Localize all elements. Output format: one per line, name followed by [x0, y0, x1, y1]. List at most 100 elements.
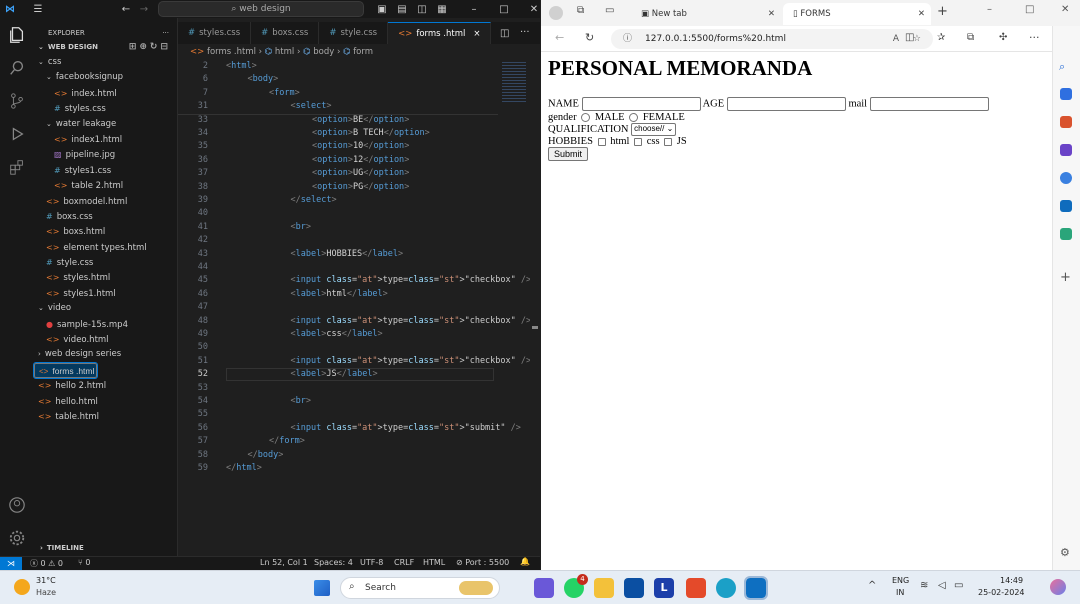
tree-item[interactable]: ⌄ facebooksignup [34, 70, 177, 85]
breadcrumb-item[interactable]: form [353, 47, 373, 57]
editor-more-icon[interactable]: ··· [520, 27, 530, 38]
workspace-header[interactable]: ⌄ WEB DESIGN ⊞⊕↻⊟ [34, 40, 177, 55]
toggle-sidebar-icon[interactable]: ▣ [372, 4, 392, 15]
tree-item[interactable]: <> boxmodel.html [34, 194, 177, 209]
weather-text[interactable]: Haze [36, 588, 56, 597]
collections-icon[interactable]: ⧉ [967, 32, 974, 43]
editor-tab[interactable]: # styles.css [178, 22, 252, 44]
back-arrow-icon[interactable]: ← [116, 4, 136, 15]
search-view-icon[interactable] [0, 51, 34, 84]
tab-actions-icon[interactable]: ▭ [605, 5, 614, 16]
extensions-puzzle-icon[interactable]: ✣ [999, 32, 1007, 43]
breadcrumb-item[interactable]: html [275, 47, 294, 57]
maximize-icon[interactable]: □ [494, 4, 514, 15]
browser-maximize-icon[interactable]: □ [1025, 4, 1034, 15]
sidebar-settings-icon[interactable]: ⚙ [1060, 546, 1070, 559]
command-center-search[interactable]: ⌕ web design [158, 1, 364, 17]
tree-item[interactable]: # styles.css [34, 101, 177, 116]
tree-item[interactable]: <> hello 2.html [34, 378, 177, 393]
submit-button[interactable]: Submit [548, 147, 589, 161]
store-icon[interactable] [624, 578, 644, 598]
menu-icon[interactable]: ☰ [28, 4, 48, 15]
live-server-status[interactable]: ⊘ Port : 5500 [456, 558, 509, 567]
tree-item[interactable]: # styles1.css [34, 163, 177, 178]
read-aloud-icon[interactable]: A [893, 29, 899, 49]
toggle-panel-icon[interactable]: ▤ [392, 4, 412, 15]
editor-tab[interactable]: # boxs.css [251, 22, 320, 44]
battery-icon[interactable]: ▭ [954, 580, 963, 591]
start-windows-icon[interactable] [314, 580, 330, 596]
wifi-icon[interactable]: ≋ [920, 580, 928, 591]
tree-item[interactable]: <> hello.html [34, 394, 177, 409]
notifications-bell-icon[interactable]: 🔔 [520, 557, 530, 566]
tree-item[interactable]: ⌄ css [34, 55, 177, 70]
browser-close-icon[interactable]: ✕ [1061, 4, 1069, 15]
css-checkbox[interactable] [634, 137, 643, 146]
tree-item[interactable]: <> table.html [34, 409, 177, 424]
refresh-icon[interactable]: ↻ [585, 31, 594, 44]
language-status[interactable]: HTML [423, 558, 445, 567]
browser-tab-newtab[interactable]: ▣ New tab ✕ [631, 3, 779, 25]
ports-status[interactable]: ⑂ 0 [78, 558, 90, 567]
tree-item[interactable]: <> boxs.html [34, 224, 177, 239]
tree-item[interactable]: <> index1.html [34, 132, 177, 147]
name-input[interactable] [581, 97, 701, 111]
drop-icon[interactable] [1060, 228, 1072, 240]
taskbar-search[interactable]: ⌕ Search [340, 577, 500, 599]
minimize-icon[interactable]: – [464, 4, 484, 15]
weather-icon[interactable] [14, 579, 30, 595]
male-radio[interactable] [581, 113, 591, 123]
tree-item[interactable]: <> styles1.html [34, 286, 177, 301]
whatsapp-icon[interactable]: 4 [564, 574, 588, 598]
cursor-position[interactable]: Ln 52, Col 1 [260, 558, 308, 567]
indentation-status[interactable]: Spaces: 4 [314, 558, 353, 567]
accounts-icon[interactable] [0, 488, 34, 521]
browser-tab-forms[interactable]: ▯ FORMS ✕ [783, 3, 931, 25]
volume-icon[interactable]: ◁ [938, 580, 946, 591]
file-explorer-icon[interactable] [594, 578, 614, 598]
tree-item[interactable]: ▨ pipeline.jpg [34, 147, 177, 162]
add-sidebar-app-icon[interactable]: + [1060, 270, 1071, 285]
address-bar[interactable]: ⓘ 127.0.0.1:5500/forms%20.html A ☆ [611, 29, 933, 49]
timeline-section[interactable]: › TIMELINE [34, 540, 178, 556]
profile-avatar[interactable] [549, 6, 563, 20]
explorer-actions[interactable]: ⊞⊕↻⊟ [129, 40, 171, 55]
tree-item[interactable]: ● sample-15s.mp4 [34, 317, 177, 332]
eol-status[interactable]: CRLF [394, 558, 414, 567]
vscode-taskbar-icon[interactable] [744, 576, 768, 600]
tree-item[interactable]: <> video.html [34, 332, 177, 347]
mail-input[interactable] [869, 97, 989, 111]
breadcrumb-item[interactable]: body [313, 47, 334, 57]
breadcrumb-item[interactable]: forms .html [207, 47, 256, 57]
js-checkbox[interactable] [664, 137, 673, 146]
tree-item[interactable]: <> styles.html [34, 270, 177, 285]
tree-item[interactable]: ⌄ video [34, 301, 177, 316]
tree-item[interactable]: <> forms .html [32, 361, 99, 380]
browser-menu-icon[interactable]: ··· [1029, 31, 1040, 44]
tree-item[interactable]: <> table 2.html [34, 178, 177, 193]
workspaces-icon[interactable]: ⧉ [577, 5, 584, 16]
run-debug-icon[interactable] [0, 117, 34, 150]
tree-item[interactable]: ⌄ water leakage [34, 117, 177, 132]
show-hidden-icons-chevron[interactable]: ^ [868, 580, 876, 591]
edge-icon[interactable] [716, 578, 736, 598]
clock-date[interactable]: 25-02-2024 [978, 588, 1025, 597]
explorer-icon[interactable] [0, 18, 34, 51]
code-editor[interactable]: 2 <html> 6 <body> 7 <form> 31 <select> 33 <option… [178, 60, 540, 556]
tab-close-icon[interactable]: ✕ [918, 3, 925, 25]
forward-arrow-icon[interactable]: → [134, 4, 154, 15]
language-region[interactable]: IN [896, 588, 904, 597]
teams-icon[interactable] [534, 578, 554, 598]
tree-item[interactable]: # style.css [34, 255, 177, 270]
editor-scrollbar[interactable] [530, 60, 540, 556]
shopping-icon[interactable] [1060, 88, 1072, 100]
toggle-secondary-sidebar-icon[interactable]: ◫ [412, 4, 432, 15]
customize-layout-icon[interactable]: ▦ [432, 4, 452, 15]
split-screen-icon[interactable]: ◫ [905, 32, 914, 43]
tree-item[interactable]: # boxs.css [34, 209, 177, 224]
editor-tab[interactable]: <> forms .html × [388, 22, 492, 44]
remote-icon[interactable]: ⋊ [0, 557, 22, 571]
source-control-icon[interactable] [0, 84, 34, 117]
age-input[interactable] [726, 97, 846, 111]
m365-icon[interactable] [1060, 172, 1072, 184]
